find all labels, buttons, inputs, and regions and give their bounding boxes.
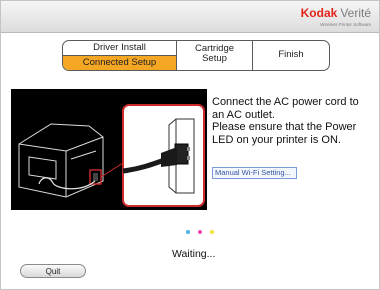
progress-dot-magenta: [198, 230, 202, 234]
step-driver-install: Driver Install Connected Setup: [63, 41, 176, 70]
kodak-verite-logo: Kodak Verité Wireless Printer Software: [301, 5, 371, 28]
progress-dot-cyan: [186, 230, 190, 234]
instruction-connect: Connect the AC power cord to an AC outle…: [212, 96, 359, 121]
printer-power-cord-image: [18, 104, 205, 207]
setup-steps: Driver Install Connected Setup Cartridge…: [62, 40, 330, 71]
header-bar: Kodak Verité Wireless Printer Software: [1, 1, 379, 33]
instructions-text: Connect the AC power cord to an AC outle…: [212, 96, 372, 146]
step-cartridge-setup: Cartridge Setup: [176, 41, 252, 70]
brand-name: Kodak: [300, 6, 338, 20]
instruction-power-led: Please ensure that the Power LED on your…: [212, 121, 357, 146]
step-connected-setup-active: Connected Setup: [63, 55, 176, 70]
printer-power-illustration: [11, 89, 207, 210]
step-cartridge-setup-line2: Setup: [202, 52, 227, 64]
quit-button[interactable]: Quit: [20, 264, 86, 278]
progress-dot-yellow: [210, 230, 214, 234]
product-name: Verité: [340, 6, 371, 20]
step-driver-install-label: Driver Install: [93, 42, 146, 53]
brand-tagline: Wireless Printer Software: [320, 22, 371, 27]
step-finish: Finish: [252, 41, 329, 70]
status-text: Waiting...: [172, 248, 216, 260]
manual-wifi-setting-button[interactable]: Manual Wi-Fi Setting...: [212, 167, 297, 179]
